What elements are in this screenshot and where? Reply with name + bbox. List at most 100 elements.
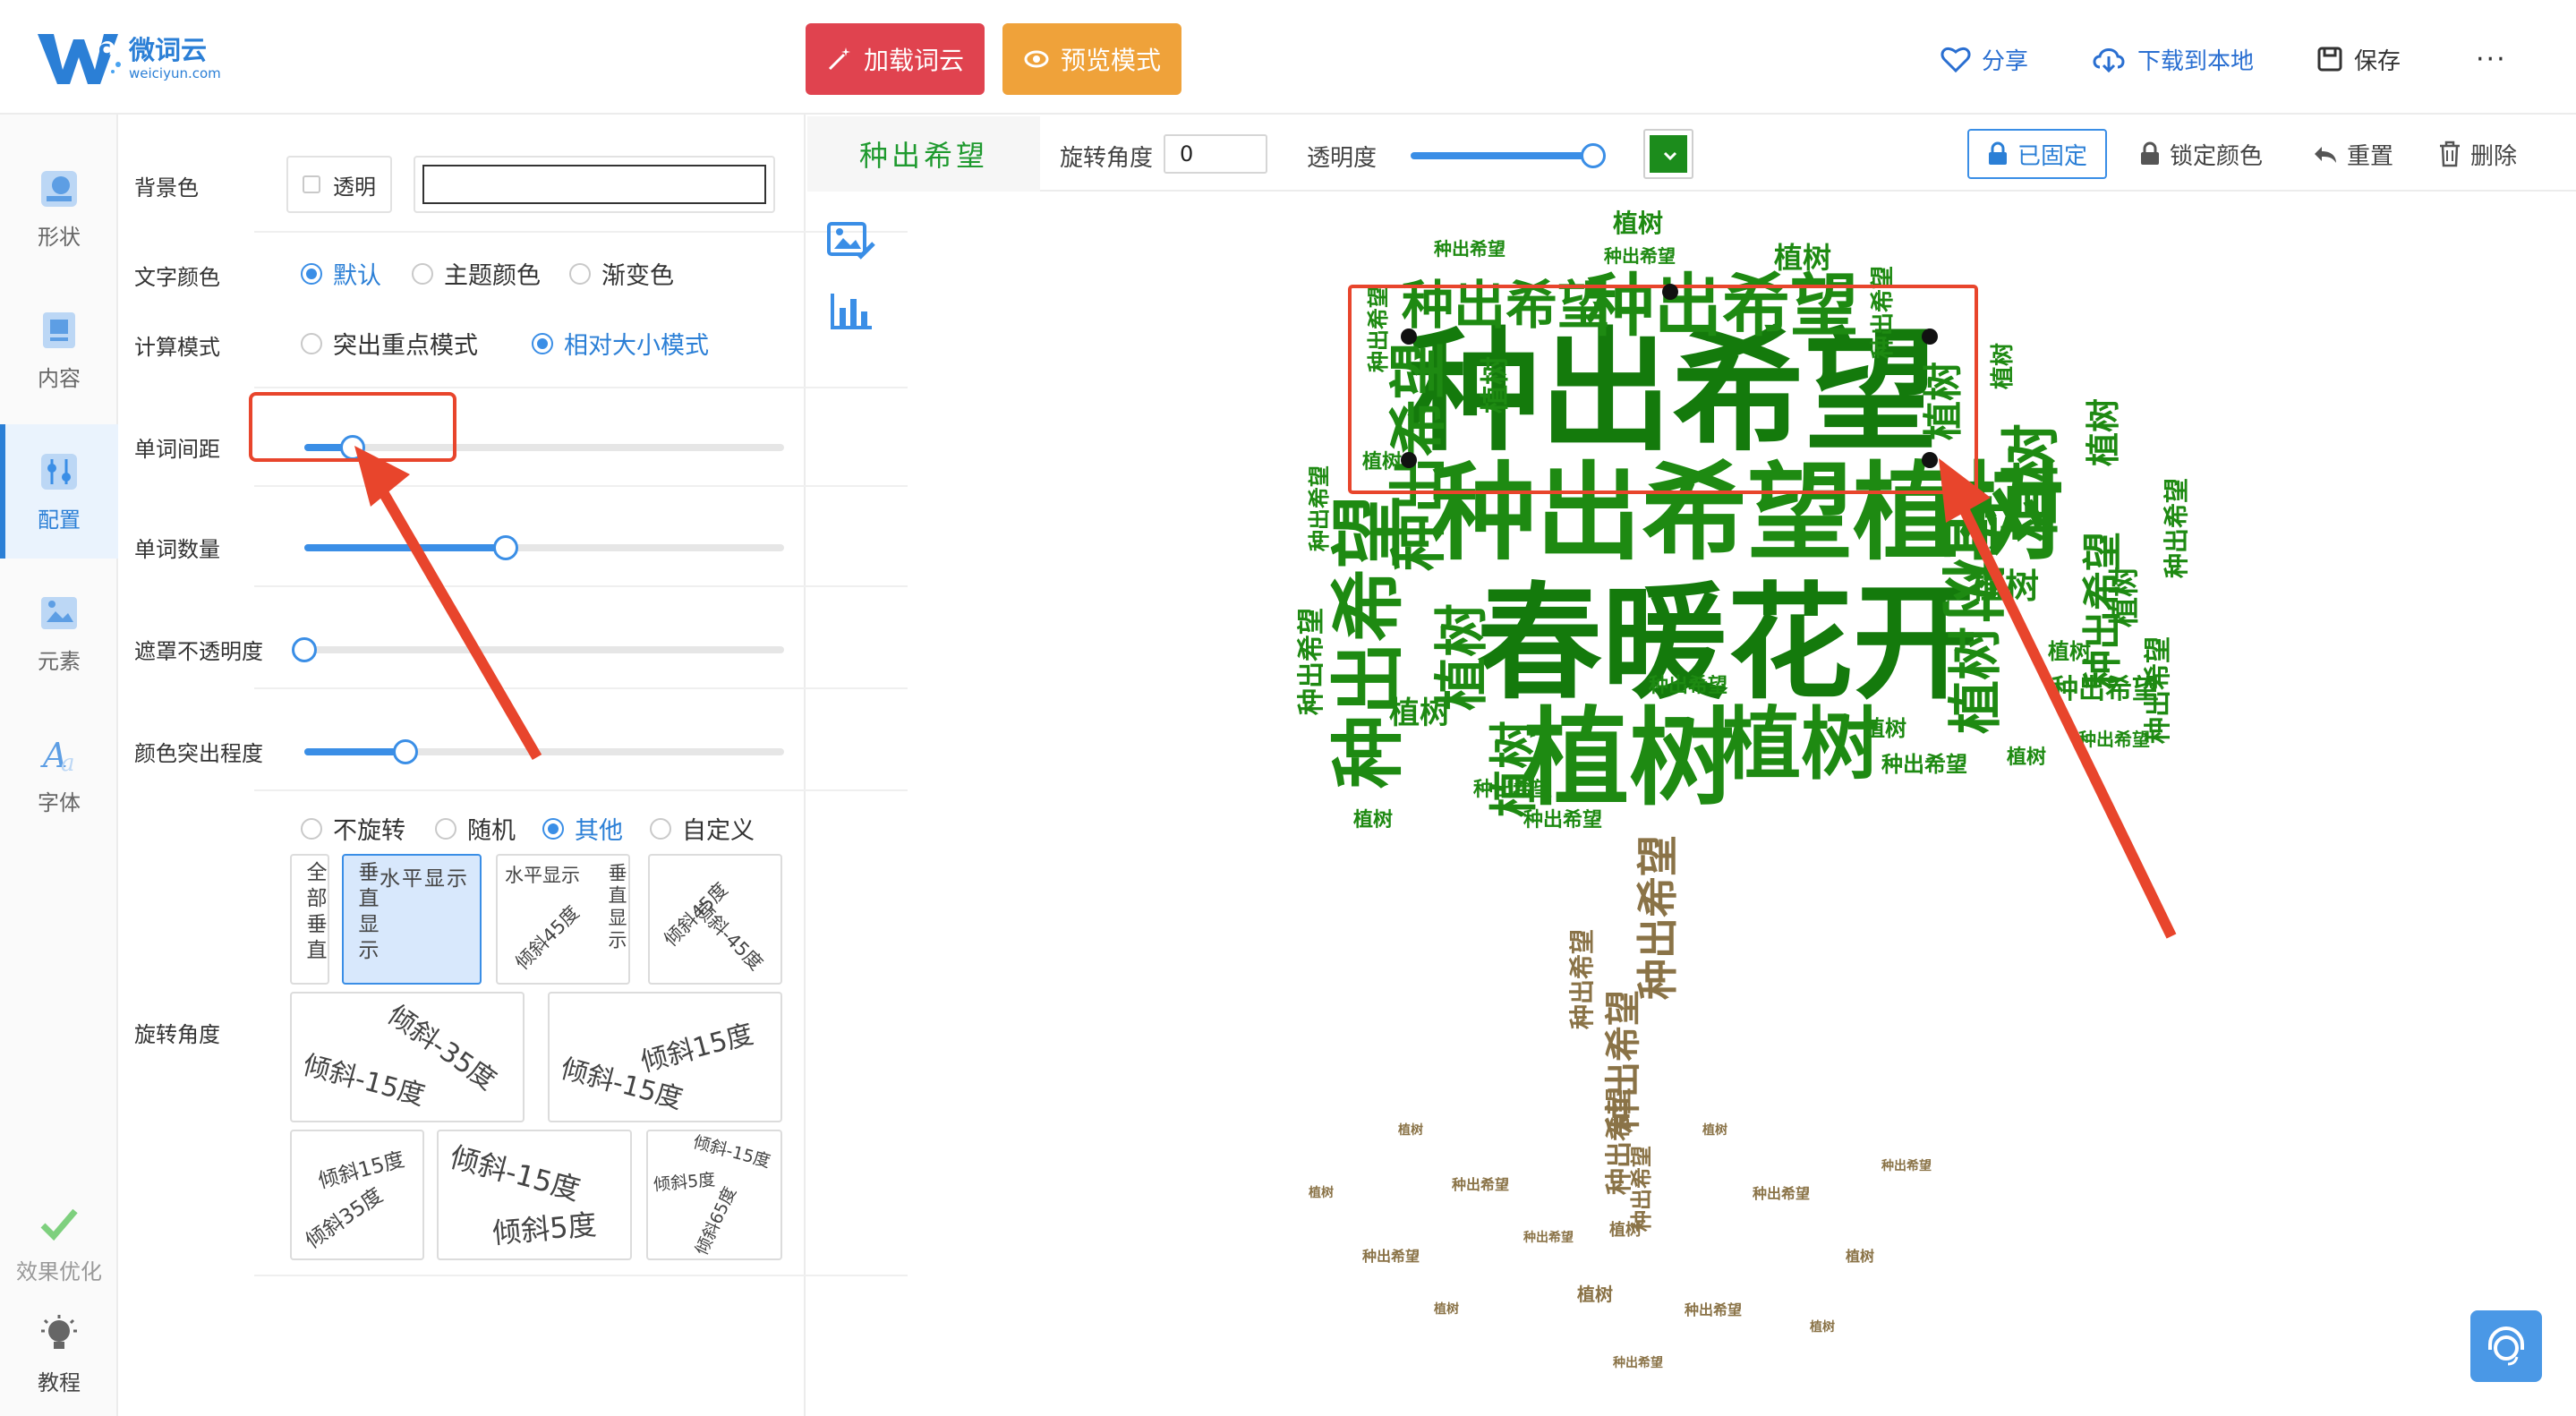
word-color-value <box>1650 135 1687 173</box>
load-cloud-button[interactable]: 加载词云 <box>806 23 985 95</box>
reset-button[interactable]: 重置 <box>2311 129 2393 179</box>
checkbox-box <box>303 175 320 193</box>
calc-mode-relative-radio[interactable]: 相对大小模式 <box>532 326 709 361</box>
rotation-preset-minus15-5[interactable]: 倾斜-15度 倾斜5度 <box>437 1130 632 1260</box>
rail-item-font[interactable]: Aa 字体 <box>0 707 118 841</box>
selected-word[interactable]: 种出希望 <box>807 116 1040 192</box>
slider-handle[interactable] <box>292 637 317 662</box>
rotation-other-radio[interactable]: 其他 <box>542 811 623 846</box>
resize-handle[interactable] <box>1922 452 1938 468</box>
radio-label: 突出重点模式 <box>333 332 478 360</box>
word-cloud-canvas[interactable]: 种出希望 种出希望植树 春暖花开 植树 植树 种出希望 种出希望 种出希望 种出… <box>807 193 2576 1416</box>
fixed-toggle-button[interactable]: 已固定 <box>1967 129 2108 179</box>
calc-mode-row: 计算模式 突出重点模式 相对大小模式 <box>134 319 908 372</box>
share-label: 分享 <box>1982 47 2029 75</box>
resize-handle[interactable] <box>1922 328 1938 345</box>
preset-text: 垂直显示 <box>354 861 378 965</box>
rotation-preset-15-minus15[interactable]: 倾斜15度 倾斜-15度 <box>548 992 782 1122</box>
color-highlight-slider[interactable] <box>304 739 784 764</box>
text-color-theme-radio[interactable]: 主题颜色 <box>412 256 541 291</box>
preset-text: 倾斜35度 <box>302 1183 388 1254</box>
rotation-preset-45-vertical[interactable]: 水平显示 倾斜45度 垂直显示 <box>496 854 630 985</box>
resize-handle[interactable] <box>1401 452 1417 468</box>
download-button[interactable]: 下载到本地 <box>2091 39 2254 79</box>
cloud-download-icon <box>2093 48 2125 73</box>
slider-handle[interactable] <box>392 739 418 764</box>
slider-fill <box>304 748 405 755</box>
opacity-slider[interactable] <box>1411 143 1606 168</box>
preview-mode-label: 预览模式 <box>1060 46 1161 75</box>
word-spacing-slider[interactable] <box>304 435 784 460</box>
rotation-custom-radio[interactable]: 自定义 <box>650 811 755 846</box>
radio-label: 不旋转 <box>333 817 405 845</box>
share-button[interactable]: 分享 <box>1941 39 2028 79</box>
radio-label: 相对大小模式 <box>564 332 709 360</box>
resize-handle[interactable] <box>1401 328 1417 345</box>
word-count-slider[interactable] <box>304 535 784 560</box>
rotation-preset-minus15-5-65[interactable]: 倾斜-15度 倾斜5度 倾斜65度 <box>646 1130 782 1260</box>
bg-color-label: 背景色 <box>134 175 199 200</box>
rail-item-label: 形状 <box>38 224 81 250</box>
rail-item-shape[interactable]: 形状 <box>0 141 118 276</box>
rail-item-label: 配置 <box>38 507 81 533</box>
rail-item-elements[interactable]: 元素 <box>0 566 118 700</box>
transparent-checkbox[interactable]: 透明 <box>286 156 392 213</box>
preset-text: 垂直显示 <box>606 863 627 952</box>
font-icon: Aa <box>40 736 75 776</box>
preset-text: 水平显示 <box>380 867 469 891</box>
calc-mode-emphasis-radio[interactable]: 突出重点模式 <box>301 326 478 361</box>
rail-item-tutorial[interactable]: 教程 <box>0 1287 118 1416</box>
more-menu-button[interactable]: ··· <box>2476 39 2507 79</box>
rotation-none-radio[interactable]: 不旋转 <box>301 811 405 846</box>
lock-color-button[interactable]: 锁定颜色 <box>2139 129 2263 179</box>
rotation-preset-all-vertical[interactable]: 全部垂直 <box>290 854 329 985</box>
slider-handle[interactable] <box>339 435 365 460</box>
rotation-preset-vertical-horizontal[interactable]: 垂直显示 水平显示 <box>342 854 482 985</box>
rail-item-content[interactable]: 内容 <box>0 283 118 417</box>
rotation-preset-15-35[interactable]: 倾斜15度 倾斜35度 <box>290 1130 424 1260</box>
top-bar: c 微词云 weiciyun.com 加载词云 预览模式 分享 下载到本地 保存… <box>0 0 2576 115</box>
customer-service-button[interactable] <box>2470 1310 2542 1382</box>
logo[interactable]: c 微词云 weiciyun.com <box>36 27 221 90</box>
word-color-picker[interactable] <box>1643 129 1693 179</box>
heart-icon <box>1941 47 1971 73</box>
content-icon <box>43 311 75 348</box>
settings-panel: 背景色 透明 文字颜色 默认 主题颜色 渐变色 计算模式 突出重点模式 相对大小… <box>120 115 908 1416</box>
rotate-angle-input[interactable] <box>1164 134 1267 174</box>
bg-color-picker[interactable] <box>414 156 775 213</box>
rail-item-label: 字体 <box>38 789 81 815</box>
text-color-default-radio[interactable]: 默认 <box>301 256 381 291</box>
rotation-random-radio[interactable]: 随机 <box>435 811 516 846</box>
checkmark-icon <box>40 1208 78 1241</box>
radio-dot <box>435 817 456 840</box>
slider-handle[interactable] <box>493 535 519 560</box>
save-icon <box>2317 47 2342 72</box>
word-spacing-row: 单词间距 <box>134 410 908 482</box>
rail-item-label: 内容 <box>38 365 81 391</box>
save-button[interactable]: 保存 <box>2316 39 2401 79</box>
text-color-row: 文字颜色 默认 主题颜色 渐变色 <box>134 249 908 303</box>
radio-label: 其他 <box>575 817 623 845</box>
slider-handle[interactable] <box>1581 143 1606 168</box>
resize-handle[interactable] <box>1662 284 1678 300</box>
rail-item-config[interactable]: 配置 <box>0 424 118 559</box>
radio-dot <box>650 817 671 840</box>
radio-dot <box>301 817 322 840</box>
delete-button[interactable]: 删除 <box>2438 129 2517 179</box>
preset-text: 倾斜-15度 <box>299 1049 429 1113</box>
radio-dot <box>412 262 433 285</box>
mask-opacity-slider[interactable] <box>292 637 784 662</box>
radio-label: 随机 <box>467 817 516 845</box>
left-nav-rail: 形状 内容 配置 元素 Aa 字体 效果优化 教程 <box>0 115 118 1416</box>
selection-box <box>1348 285 1978 494</box>
rotation-angle-label: 旋转角度 <box>134 1022 220 1047</box>
config-icon <box>41 453 77 490</box>
word-count-label: 单词数量 <box>134 537 220 562</box>
rotate-angle-label: 旋转角度 <box>1060 145 1154 172</box>
preview-mode-button[interactable]: 预览模式 <box>1002 23 1181 95</box>
magic-wand-icon <box>828 47 850 71</box>
rotation-preset-45-minus45[interactable]: 倾斜45度 倾斜-45度 <box>648 854 782 985</box>
text-color-gradient-radio[interactable]: 渐变色 <box>569 256 674 291</box>
rotation-preset-minus35-minus15[interactable]: 倾斜-35度 倾斜-15度 <box>290 992 525 1122</box>
headset-icon <box>2488 1326 2524 1366</box>
